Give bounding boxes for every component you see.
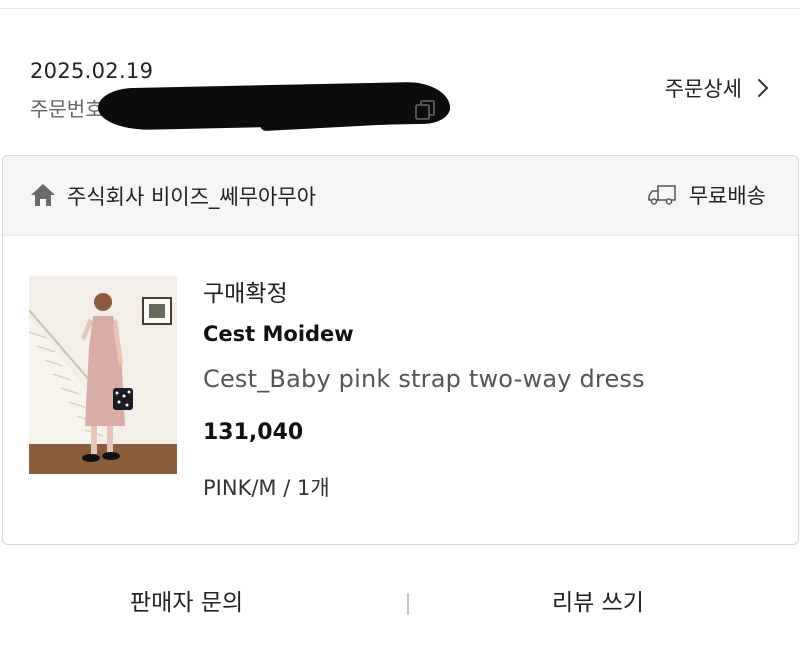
seller-name: 주식회사 비이즈_쎄무아무아 bbox=[67, 185, 317, 209]
top-divider bbox=[0, 8, 800, 9]
product-image[interactable] bbox=[29, 276, 177, 474]
action-separator bbox=[407, 593, 409, 615]
order-detail-link[interactable]: 주문상세 bbox=[665, 73, 770, 103]
bottom-actions: 판매자 문의 리뷰 쓰기 bbox=[0, 575, 800, 635]
order-date: 2025.02.19 bbox=[30, 59, 154, 83]
seller-inquiry-button[interactable]: 판매자 문의 bbox=[130, 583, 243, 617]
write-review-button[interactable]: 리뷰 쓰기 bbox=[552, 583, 644, 617]
product-name[interactable]: Cest_Baby pink strap two-way dress bbox=[203, 365, 645, 393]
order-number-label: 주문번호 bbox=[30, 97, 104, 121]
product-price: 131,040 bbox=[203, 420, 304, 445]
seller-bar[interactable]: 주식회사 비이즈_쎄무아무아 무료배송 bbox=[3, 156, 798, 236]
product-status: 구매확정 bbox=[203, 281, 288, 307]
product-option: PINK/M / 1개 bbox=[203, 476, 330, 500]
shipping-label: 무료배송 bbox=[688, 184, 766, 208]
order-header: 2025.02.19 주문번호 주문상세 bbox=[0, 55, 800, 135]
order-detail-label: 주문상세 bbox=[664, 77, 742, 101]
copy-icon[interactable] bbox=[414, 99, 436, 121]
truck-icon bbox=[647, 185, 676, 205]
chevron-right-icon bbox=[758, 79, 768, 97]
shipping-info: 무료배송 bbox=[647, 180, 766, 210]
product-brand[interactable]: Cest Moidew bbox=[203, 322, 354, 346]
home-icon bbox=[31, 184, 55, 206]
order-card: 주식회사 비이즈_쎄무아무아 무료배송 구매확정 Cest Moidew Ces… bbox=[2, 155, 799, 545]
